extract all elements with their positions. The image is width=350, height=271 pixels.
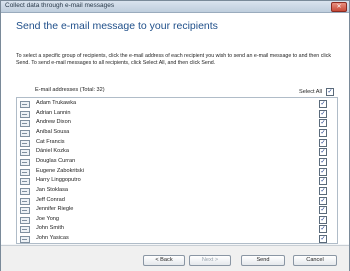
- recipient-list[interactable]: Adam Trukawka ✓ Adrian Lannin ✓ Andrew Dixon…: [16, 97, 338, 244]
- envelope-icon: [20, 236, 30, 243]
- instructions-text: To select a specific group of recipients…: [16, 53, 332, 66]
- recipient-name: John Smith: [36, 225, 64, 232]
- email-addresses-header: E-mail addresses (Total: 32): [35, 87, 105, 93]
- recipient-name: Dániel Kozka: [36, 148, 69, 155]
- recipient-name: Harry Linggoputro: [36, 177, 81, 184]
- window-title: Collect data through e-mail messages: [5, 2, 115, 9]
- cancel-button[interactable]: Cancel: [293, 255, 337, 266]
- title-bar[interactable]: Collect data through e-mail messages ✕: [1, 1, 349, 13]
- button-bar: < Back Next > Send Cancel: [1, 245, 349, 271]
- recipient-name: Joe Yong: [36, 215, 60, 222]
- back-button[interactable]: < Back: [143, 255, 185, 266]
- recipient-row[interactable]: John Yasicas ✓: [17, 233, 337, 243]
- next-button[interactable]: Next >: [189, 255, 231, 266]
- recipient-name: Douglas Curran: [36, 157, 76, 164]
- dialog-content: Send the e-mail message to your recipien…: [1, 13, 349, 244]
- send-button[interactable]: Send: [241, 255, 285, 266]
- recipient-name: Jan Stoklasa: [36, 186, 69, 193]
- recipient-checkbox[interactable]: ✓: [319, 235, 327, 243]
- recipient-name: Jeff Conrad: [36, 196, 65, 203]
- recipient-name: Eugene Zabokritski: [36, 167, 84, 174]
- select-all-checkbox[interactable]: ✓: [326, 88, 334, 96]
- recipient-name: Aníbal Sousa: [36, 128, 70, 135]
- recipient-name: Andrew Dixon: [36, 119, 71, 126]
- recipient-name: Adam Trukawka: [36, 100, 77, 106]
- recipient-name: Jennifer Riegle: [36, 206, 74, 213]
- recipient-name: Cat Francis: [36, 138, 65, 145]
- dialog-window: Collect data through e-mail messages ✕ S…: [0, 0, 350, 271]
- close-button[interactable]: ✕: [331, 2, 347, 12]
- select-all-label: Select All: [299, 89, 323, 95]
- recipient-name: John Yasicas: [36, 235, 69, 242]
- page-title: Send the e-mail message to your recipien…: [16, 20, 218, 32]
- recipient-name: Adrian Lannin: [36, 109, 71, 116]
